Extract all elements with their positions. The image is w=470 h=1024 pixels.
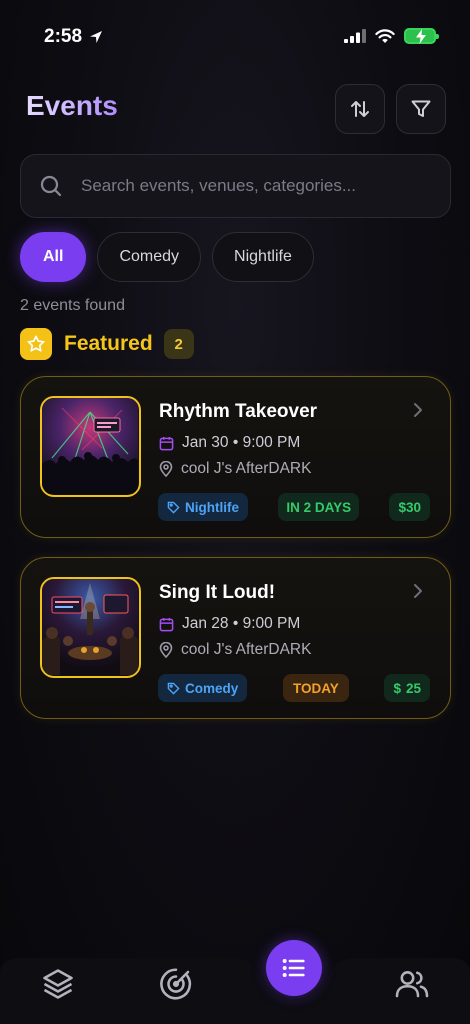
battery-charging-icon [404,28,439,44]
tab-radar[interactable] [158,966,194,1007]
filter-icon [411,100,431,117]
tab-users[interactable] [394,966,430,1007]
price-tag: $ 25 [384,674,430,702]
tab-layers[interactable] [40,966,76,1007]
event-date-row: Jan 30 • 9:00 PM [159,434,300,452]
calendar-icon [159,617,174,631]
chip-nightlife[interactable]: Nightlife [212,232,314,282]
layers-icon [43,969,73,999]
clock-text: 2:58 [44,26,83,47]
location-arrow-icon [90,31,103,43]
chip-all[interactable]: All [20,232,87,282]
calendar-icon [159,436,174,450]
event-date-row: Jan 28 • 9:00 PM [159,615,300,633]
tag-icon [167,682,180,695]
event-date: Jan 28 • 9:00 PM [182,615,301,632]
event-thumbnail [40,577,141,678]
location-pin-icon [159,461,173,477]
events-list-button[interactable] [266,940,322,996]
featured-count-badge: 2 [163,329,194,359]
event-title: Sing It Loud! [159,582,276,603]
event-title: Rhythm Takeover [159,401,318,422]
sort-button[interactable] [335,84,385,134]
status-bar: 2:58 [0,0,470,76]
event-tags: Nightlife IN 2 DAYS $30 [158,493,430,521]
price-tag: $30 [389,493,430,521]
event-venue-row: cool J's AfterDARK [159,460,311,478]
sort-icon [351,101,369,117]
event-card[interactable]: Sing It Loud! Jan 28 • 9:00 PM cool J's … [20,557,451,719]
users-icon [395,971,429,998]
wifi-icon [375,28,395,43]
chip-comedy[interactable]: Comedy [97,232,202,282]
timing-tag: IN 2 DAYS [278,493,360,521]
event-date: Jan 30 • 9:00 PM [182,434,301,451]
chevron-right-icon [414,403,422,417]
category-tag: Comedy [158,674,248,702]
event-tags: Comedy TODAY $ 25 [158,674,430,702]
event-venue-row: cool J's AfterDARK [159,641,311,659]
signal-icon [344,29,366,43]
event-thumbnail [40,396,141,497]
event-card[interactable]: Rhythm Takeover Jan 30 • 9:00 PM cool J'… [20,376,451,538]
event-venue: cool J's AfterDARK [181,641,312,658]
category-filter-chips: All Comedy Nightlife [20,232,314,282]
results-count: 2 events found [20,297,125,314]
timing-tag: TODAY [282,674,349,702]
featured-label: Featured [64,332,153,355]
search-bar[interactable] [20,154,451,218]
dollar-sign: $ [393,680,401,696]
featured-header: Featured 2 [20,328,194,360]
list-icon [282,959,305,977]
location-pin-icon [159,642,173,658]
category-tag: Nightlife [158,493,248,521]
tag-icon [167,501,180,514]
status-time: 2:58 [44,26,104,48]
search-input[interactable] [81,176,421,196]
search-icon [40,175,62,197]
star-icon [27,335,45,352]
page-title: Events [26,90,118,121]
filter-button[interactable] [396,84,446,134]
featured-badge [20,328,52,360]
event-venue: cool J's AfterDARK [181,460,312,477]
chevron-right-icon [414,584,422,598]
radar-icon [160,968,192,1000]
